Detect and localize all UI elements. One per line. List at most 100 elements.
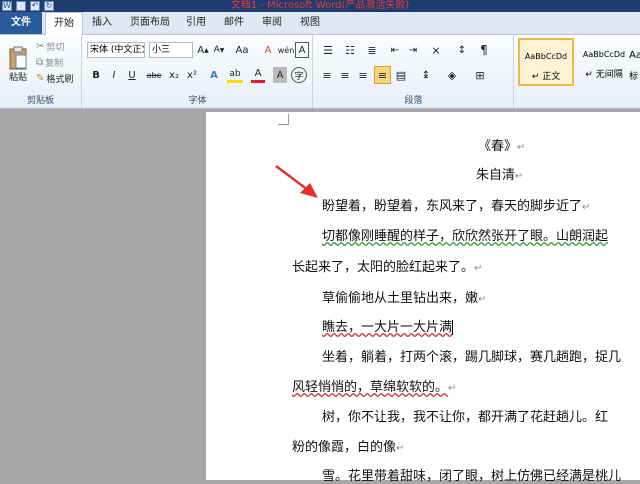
multilevel-list-icon: ≣	[367, 43, 377, 57]
line-spacing-button[interactable]: ↨	[418, 67, 434, 83]
italic-button[interactable]: I	[107, 67, 121, 83]
doc-line[interactable]: 粉的像霞，白的像↵	[292, 436, 404, 455]
bold-button[interactable]: B	[89, 67, 103, 83]
shading-button[interactable]: ◈	[444, 67, 460, 83]
show-marks-button[interactable]: ¶	[476, 42, 492, 58]
tab-page-layout[interactable]: 页面布局	[124, 12, 176, 34]
justify-icon: ≡	[377, 68, 388, 82]
paste-label: 粘贴	[8, 72, 27, 83]
line-text: 树，你不让我，我不让你，都开满了花赶趟儿。红	[322, 410, 609, 425]
numbering-icon: ☷	[345, 43, 355, 57]
align-right-button[interactable]: ≡	[356, 67, 370, 83]
tab-references[interactable]: 引用	[180, 12, 212, 34]
grow-font-icon: A	[197, 44, 205, 56]
align-left-icon: ≡	[322, 68, 332, 82]
paste-icon	[9, 46, 27, 69]
doc-line[interactable]: 草偷偷地从土里钻出来，嫩↵	[322, 287, 486, 306]
format-painter-button[interactable]: ✎ 格式刷	[36, 71, 73, 85]
tab-home[interactable]: 开始	[45, 12, 83, 35]
tab-review[interactable]: 审阅	[256, 12, 288, 34]
margin-corner-mark	[278, 114, 289, 125]
enclose-characters-button[interactable]: 字	[291, 67, 307, 83]
character-border-button[interactable]: A	[295, 42, 309, 58]
line-text: 雪。花里带着甜味，闭了眼，树上仿佛已经满是桃儿	[322, 469, 622, 484]
chinese-layout-button[interactable]: ⨯	[428, 42, 444, 58]
paragraph-group: ☰ ☷ ≣ ⇤ ⇥ ⨯ ↕ ¶ ≡ ≡ ≡ ≡ ▤ ↨ ◈ ⊞ 段落	[314, 35, 514, 108]
borders-button[interactable]: ⊞	[472, 67, 488, 83]
multilevel-list-button[interactable]: ≣	[364, 42, 380, 58]
clipboard-group-label: 剪贴板	[26, 96, 54, 106]
styles-group: AaBbCcDd ↵ 正文 AaBbCcDd ↵ 无间隔 AaBl 标	[515, 35, 640, 108]
ribbon-tab-bar: 文件 开始 插入 页面布局 引用 邮件 审阅 视图	[0, 12, 640, 35]
doc-line[interactable]: 坐着，躺着，打两个滚，踢几脚球，赛几趟跑，捉几	[322, 346, 621, 365]
text-effects-button[interactable]: A	[207, 67, 221, 83]
align-center-icon: ≡	[340, 68, 350, 82]
underline-button[interactable]: U	[125, 67, 139, 83]
subscript-icon: x₂	[169, 69, 179, 81]
doc-line[interactable]: 盼望着，盼望着，东风来了，春天的脚步近了↵	[322, 195, 590, 214]
strikethrough-icon: abe	[146, 70, 162, 80]
doc-line[interactable]: 雪。花里带着甜味，闭了眼，树上仿佛已经满是桃儿	[322, 465, 621, 484]
cut-label: 剪切	[46, 42, 65, 53]
grow-font-button[interactable]: A ▲	[197, 42, 209, 58]
line-text: 盼望着，盼望着，东风来了，春天的脚步近了	[322, 199, 583, 214]
character-shading-button[interactable]: A	[273, 67, 287, 83]
doc-title-text: 《春》	[478, 139, 518, 154]
line-text: 坐着，躺着，打两个滚，踢几脚球，赛几趟跑，捉几	[322, 350, 622, 365]
tab-file[interactable]: 文件	[0, 12, 42, 34]
paragraph-mark: ↵	[478, 294, 487, 305]
justify-button[interactable]: ≡	[374, 66, 391, 84]
align-left-button[interactable]: ≡	[320, 67, 334, 83]
doc-line[interactable]: 切都像刚睡醒的样子，欣欣然张开了眼。山朗润起	[322, 225, 608, 244]
tab-view[interactable]: 视图	[294, 12, 326, 34]
font-family-select[interactable]: 宋体 (中文正文)	[87, 42, 145, 58]
highlight-button[interactable]: ab	[227, 67, 243, 83]
bold-icon: B	[92, 69, 100, 81]
phonetic-guide-button[interactable]: wén	[278, 42, 295, 58]
paragraph-mark: ↵	[396, 443, 405, 454]
style-sample: AaBbCcDd	[524, 52, 568, 61]
distributed-button[interactable]: ▤	[394, 67, 408, 83]
sort-button[interactable]: ↕	[454, 42, 470, 58]
clear-format-button[interactable]: A	[261, 42, 275, 58]
strikethrough-button[interactable]: abe	[145, 67, 163, 83]
style-no-spacing[interactable]: AaBbCcDd ↵ 无间隔	[576, 38, 632, 86]
superscript-button[interactable]: x²	[185, 67, 199, 83]
numbering-button[interactable]: ☷	[342, 42, 358, 58]
doc-line[interactable]: 长起来了，太阳的脸红起来了。↵	[292, 256, 482, 275]
clipboard-group: 粘贴 ✂ 剪切 ⧉ 复制 ✎ 格式刷 剪贴板	[0, 35, 82, 108]
doc-author-line[interactable]: 朱自清↵	[476, 164, 523, 183]
superscript-icon: x²	[187, 69, 197, 81]
copy-button[interactable]: ⧉ 复制	[36, 55, 63, 69]
doc-line[interactable]: 瞧去，一大片一大片满	[322, 316, 454, 335]
scissors-icon: ✂	[36, 40, 45, 52]
style-heading[interactable]: AaBl 标	[629, 38, 640, 86]
doc-line[interactable]: 树，你不让我，我不让你，都开满了花赶趟儿。红	[322, 406, 608, 425]
cut-button[interactable]: ✂ 剪切	[36, 39, 64, 53]
font-color-button[interactable]: A	[251, 67, 265, 83]
clear-format-icon: A	[264, 44, 272, 56]
enclose-characters-icon: 字	[294, 71, 304, 82]
decrease-indent-button[interactable]: ⇤	[388, 42, 402, 58]
doc-line[interactable]: 风轻悄悄的，草绵软软的。↵	[292, 376, 456, 395]
bullets-button[interactable]: ☰	[320, 42, 336, 58]
font-size-select[interactable]: 小三	[149, 42, 193, 58]
paste-button[interactable]: 粘贴	[4, 39, 32, 89]
doc-author-text: 朱自清	[476, 168, 516, 183]
tab-insert[interactable]: 插入	[86, 12, 118, 34]
line-text: 风轻悄悄的，草绵软软的。	[292, 380, 449, 395]
increase-indent-button[interactable]: ⇥	[406, 42, 420, 58]
align-center-button[interactable]: ≡	[338, 67, 352, 83]
shrink-font-button[interactable]: A ▼	[213, 42, 225, 58]
sort-icon: ↕	[457, 44, 467, 56]
brush-icon: ✎	[36, 72, 45, 84]
style-normal[interactable]: AaBbCcDd ↵ 正文	[518, 38, 574, 86]
doc-title-line[interactable]: 《春》↵	[478, 135, 525, 154]
font-group-label: 字体	[188, 96, 207, 106]
change-case-button[interactable]: Aa	[233, 42, 251, 58]
subscript-button[interactable]: x₂	[167, 67, 181, 83]
bullets-icon: ☰	[323, 43, 333, 57]
tab-mailings[interactable]: 邮件	[218, 12, 250, 34]
format-painter-label: 格式刷	[46, 74, 74, 85]
paragraph-mark: ↵	[517, 142, 526, 153]
